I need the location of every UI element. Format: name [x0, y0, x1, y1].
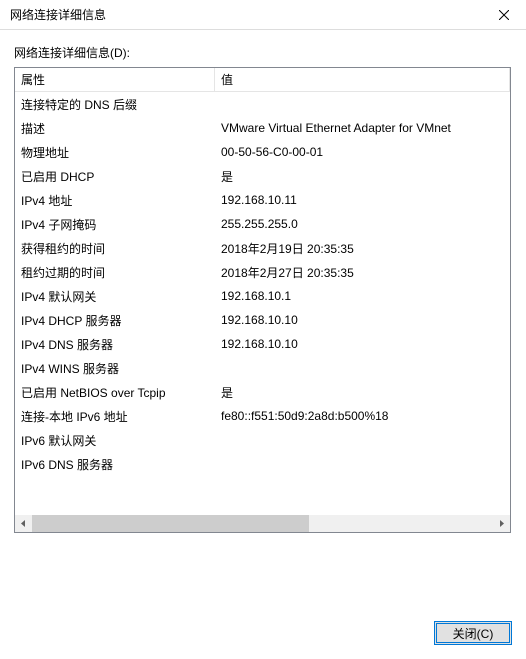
list-header: 属性 值 [15, 68, 510, 92]
value-cell [215, 101, 510, 107]
property-cell: 已启用 NetBIOS over Tcpip [15, 381, 215, 404]
close-icon[interactable] [481, 0, 526, 30]
value-cell: 00-50-56-C0-00-01 [215, 142, 510, 162]
property-cell: 连接-本地 IPv6 地址 [15, 405, 215, 428]
value-cell: 是 [215, 165, 510, 188]
value-cell [215, 437, 510, 443]
column-header-property[interactable]: 属性 [15, 67, 215, 92]
value-cell: fe80::f551:50d9:2a8d:b500%18 [215, 406, 510, 426]
property-cell: IPv4 DNS 服务器 [15, 333, 215, 356]
scroll-left-button[interactable] [15, 515, 32, 532]
table-row[interactable]: 已启用 NetBIOS over Tcpip是 [15, 380, 510, 404]
table-row[interactable]: IPv4 默认网关192.168.10.1 [15, 284, 510, 308]
table-row[interactable]: IPv4 地址192.168.10.11 [15, 188, 510, 212]
property-cell: IPv6 默认网关 [15, 429, 215, 452]
content-area: 网络连接详细信息(D): 属性 值 连接特定的 DNS 后缀描述VMware V… [0, 30, 526, 533]
column-header-value[interactable]: 值 [215, 67, 510, 92]
property-cell: IPv4 WINS 服务器 [15, 357, 215, 380]
property-cell: IPv6 DNS 服务器 [15, 453, 215, 476]
table-row[interactable]: IPv6 DNS 服务器 [15, 452, 510, 476]
property-cell: 获得租约的时间 [15, 237, 215, 260]
property-cell: IPv4 子网掩码 [15, 213, 215, 236]
table-row[interactable]: 租约过期的时间2018年2月27日 20:35:35 [15, 260, 510, 284]
value-cell [215, 461, 510, 467]
property-cell: 物理地址 [15, 141, 215, 164]
value-cell: 255.255.255.0 [215, 214, 510, 234]
list-body: 连接特定的 DNS 后缀描述VMware Virtual Ethernet Ad… [15, 92, 510, 516]
close-button[interactable]: 关闭(C) [434, 621, 512, 645]
value-cell: 2018年2月19日 20:35:35 [215, 237, 510, 260]
details-list: 属性 值 连接特定的 DNS 后缀描述VMware Virtual Ethern… [14, 67, 511, 533]
table-row[interactable]: IPv4 DHCP 服务器192.168.10.10 [15, 308, 510, 332]
titlebar: 网络连接详细信息 [0, 0, 526, 30]
table-row[interactable]: 连接特定的 DNS 后缀 [15, 92, 510, 116]
value-cell: 192.168.10.11 [215, 190, 510, 210]
table-row[interactable]: 物理地址00-50-56-C0-00-01 [15, 140, 510, 164]
value-cell: 192.168.10.10 [215, 310, 510, 330]
table-row[interactable]: 已启用 DHCP是 [15, 164, 510, 188]
table-row[interactable]: IPv4 DNS 服务器192.168.10.10 [15, 332, 510, 356]
table-row[interactable]: 连接-本地 IPv6 地址fe80::f551:50d9:2a8d:b500%1… [15, 404, 510, 428]
scroll-right-button[interactable] [493, 515, 510, 532]
value-cell [215, 365, 510, 371]
table-row[interactable]: 获得租约的时间2018年2月19日 20:35:35 [15, 236, 510, 260]
property-cell: 租约过期的时间 [15, 261, 215, 284]
property-cell: 连接特定的 DNS 后缀 [15, 93, 215, 116]
horizontal-scrollbar[interactable] [15, 515, 510, 532]
value-cell: 192.168.10.10 [215, 334, 510, 354]
window-title: 网络连接详细信息 [10, 6, 481, 23]
property-cell: IPv4 DHCP 服务器 [15, 309, 215, 332]
property-cell: 已启用 DHCP [15, 165, 215, 188]
details-label: 网络连接详细信息(D): [14, 44, 512, 61]
table-row[interactable]: 描述VMware Virtual Ethernet Adapter for VM… [15, 116, 510, 140]
property-cell: 描述 [15, 117, 215, 140]
table-row[interactable]: IPv6 默认网关 [15, 428, 510, 452]
scroll-thumb[interactable] [32, 515, 309, 532]
value-cell: 192.168.10.1 [215, 286, 510, 306]
value-cell: VMware Virtual Ethernet Adapter for VMne… [215, 118, 510, 138]
value-cell: 2018年2月27日 20:35:35 [215, 261, 510, 284]
property-cell: IPv4 默认网关 [15, 285, 215, 308]
scroll-track[interactable] [32, 515, 493, 532]
table-row[interactable]: IPv4 WINS 服务器 [15, 356, 510, 380]
value-cell: 是 [215, 381, 510, 404]
table-row[interactable]: IPv4 子网掩码255.255.255.0 [15, 212, 510, 236]
property-cell: IPv4 地址 [15, 189, 215, 212]
button-row: 关闭(C) [434, 621, 512, 645]
